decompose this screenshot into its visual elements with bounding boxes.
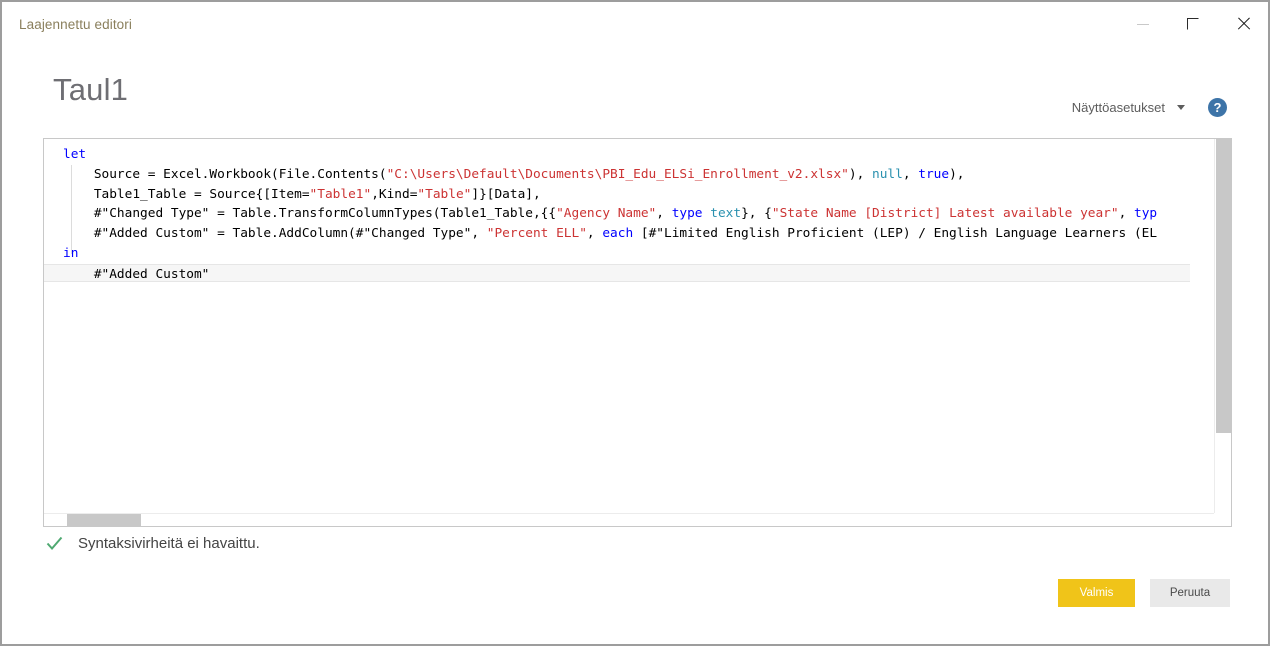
horizontal-scrollbar-thumb[interactable] bbox=[67, 514, 141, 526]
code-token: #"Added Custom" bbox=[63, 267, 209, 282]
code-editor[interactable]: let Source = Excel.Workbook(File.Content… bbox=[43, 138, 1232, 527]
code-token: "Percent ELL" bbox=[487, 226, 587, 241]
code-content[interactable]: let Source = Excel.Workbook(File.Content… bbox=[44, 145, 1190, 282]
code-line[interactable]: #"Changed Type" = Table.TransformColumnT… bbox=[44, 204, 1190, 224]
code-token: type bbox=[672, 206, 703, 221]
code-token: [#"Limited English Proficient (LEP) / En… bbox=[633, 226, 1157, 241]
code-token: in bbox=[63, 246, 78, 261]
code-token: ), bbox=[949, 167, 964, 182]
code-token: "Agency Name" bbox=[556, 206, 656, 221]
code-token: "C:\Users\Default\Documents\PBI_Edu_ELSi… bbox=[387, 167, 849, 182]
code-token: true bbox=[918, 167, 949, 182]
code-token: Source = Excel.Workbook(File.Contents( bbox=[63, 167, 387, 182]
vertical-scrollbar-thumb[interactable] bbox=[1216, 139, 1231, 433]
code-line[interactable]: in bbox=[44, 244, 1190, 264]
check-icon bbox=[46, 535, 63, 552]
close-icon bbox=[1236, 17, 1250, 31]
code-token: "State Name [District] Latest available … bbox=[772, 206, 1119, 221]
code-token: , bbox=[903, 167, 918, 182]
horizontal-scrollbar[interactable] bbox=[44, 513, 1214, 526]
code-token: typ bbox=[1134, 206, 1157, 221]
code-token: ]}[Data], bbox=[471, 187, 540, 202]
chevron-down-icon[interactable] bbox=[1177, 105, 1185, 110]
code-line[interactable]: #"Added Custom" bbox=[44, 264, 1190, 282]
maximize-icon bbox=[1187, 18, 1199, 30]
vertical-scrollbar[interactable] bbox=[1214, 139, 1231, 513]
code-token: #"Changed Type" = Table.TransformColumnT… bbox=[63, 206, 556, 221]
code-token: , bbox=[1119, 206, 1134, 221]
code-token: let bbox=[63, 147, 86, 162]
code-token: }, { bbox=[741, 206, 772, 221]
code-line[interactable]: Table1_Table = Source{[Item="Table1",Kin… bbox=[44, 185, 1190, 205]
code-token: #"Added Custom" = Table.AddColumn(#"Chan… bbox=[63, 226, 487, 241]
code-token: "Table" bbox=[417, 187, 471, 202]
code-token: Table1_Table = Source{[Item= bbox=[63, 187, 310, 202]
done-button[interactable]: Valmis bbox=[1058, 579, 1135, 607]
page-title: Taul1 bbox=[53, 72, 128, 108]
code-token: , bbox=[656, 206, 671, 221]
minimize-icon bbox=[1137, 24, 1149, 25]
code-token: ), bbox=[849, 167, 872, 182]
display-options-label[interactable]: Näyttöasetukset bbox=[1072, 100, 1165, 115]
code-token: text bbox=[710, 206, 741, 221]
code-area[interactable]: let Source = Excel.Workbook(File.Content… bbox=[44, 139, 1214, 513]
code-token: null bbox=[872, 167, 903, 182]
help-icon[interactable]: ? bbox=[1208, 98, 1227, 117]
extended-editor-window: Laajennettu editori Taul1 Näyttöasetukse… bbox=[0, 0, 1270, 646]
code-line[interactable]: let bbox=[44, 145, 1190, 165]
window-controls bbox=[1118, 2, 1268, 46]
minimize-button[interactable] bbox=[1118, 2, 1168, 46]
code-token: "Table1" bbox=[310, 187, 372, 202]
close-button[interactable] bbox=[1218, 2, 1268, 46]
title-bar: Laajennettu editori bbox=[2, 2, 1268, 48]
maximize-button[interactable] bbox=[1168, 2, 1218, 46]
header-actions: Näyttöasetukset ? bbox=[1072, 98, 1227, 117]
code-token: each bbox=[602, 226, 633, 241]
code-line[interactable]: #"Added Custom" = Table.AddColumn(#"Chan… bbox=[44, 224, 1190, 244]
code-token: , bbox=[587, 226, 602, 241]
window-title: Laajennettu editori bbox=[19, 17, 132, 32]
syntax-status: Syntaksivirheitä ei havaittu. bbox=[46, 535, 260, 552]
code-line[interactable]: Source = Excel.Workbook(File.Contents("C… bbox=[44, 165, 1190, 185]
cancel-button[interactable]: Peruuta bbox=[1150, 579, 1230, 607]
code-token: ,Kind= bbox=[371, 187, 417, 202]
syntax-status-text: Syntaksivirheitä ei havaittu. bbox=[78, 535, 260, 552]
header: Taul1 Näyttöasetukset ? bbox=[2, 48, 1268, 136]
dialog-footer: Valmis Peruuta bbox=[1058, 579, 1230, 607]
